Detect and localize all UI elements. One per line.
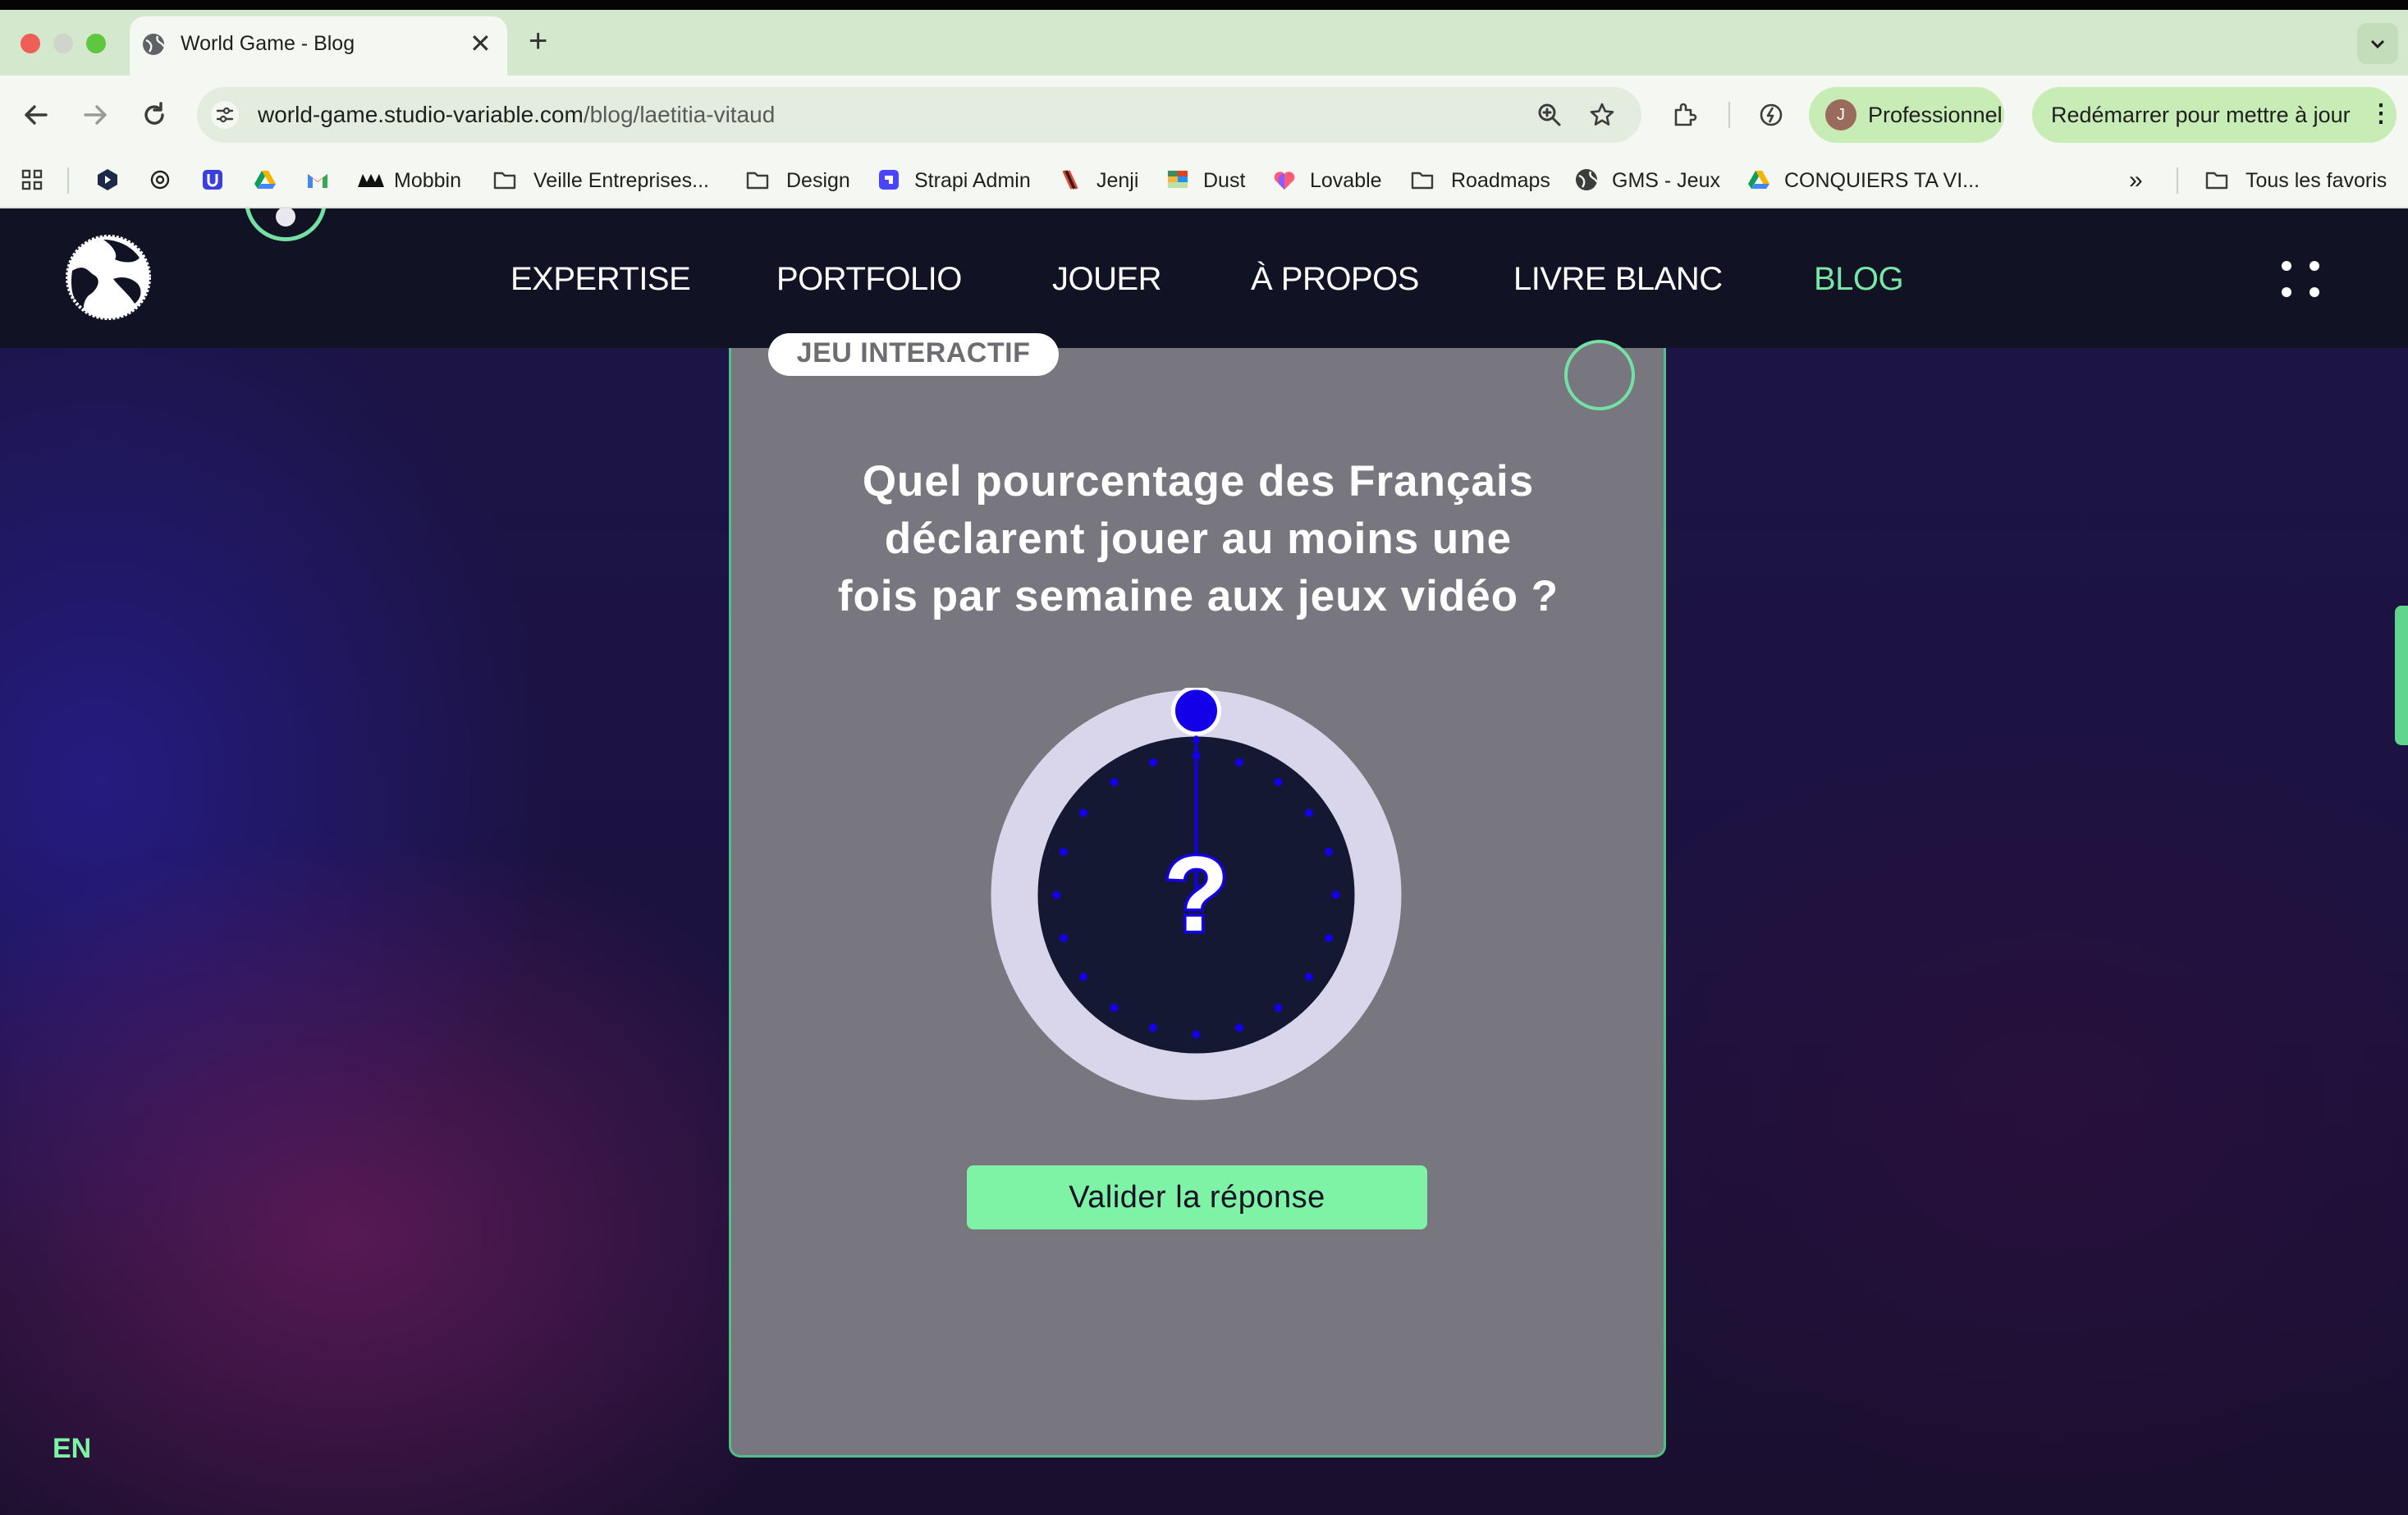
dial-tick <box>1235 1023 1244 1032</box>
nav-expertise[interactable]: EXPERTISE <box>510 259 691 299</box>
bookmark-mobbin[interactable]: Mobbin <box>394 166 461 195</box>
bookmark-hex-icon[interactable] <box>95 167 120 192</box>
dial-tick <box>1325 847 1334 856</box>
quiz-question: Quel pourcentage des Français déclarent … <box>837 457 1559 620</box>
bookmark-u-icon[interactable] <box>200 167 225 192</box>
lovable-icon[interactable] <box>1272 167 1297 192</box>
bookmark-drive-icon[interactable] <box>1746 167 1771 192</box>
dial-tick <box>1274 777 1283 786</box>
bookmarks-separator <box>2177 167 2178 194</box>
dial-tick <box>1148 758 1157 767</box>
folder-icon[interactable] <box>745 167 770 192</box>
dial-tick <box>1305 808 1314 817</box>
dial-tick <box>1110 777 1119 786</box>
card-close-ring[interactable] <box>1564 340 1635 410</box>
nav-blog[interactable]: BLOG <box>1814 259 1904 299</box>
dial-tick <box>1110 1004 1119 1013</box>
page-scroll-indicator[interactable] <box>2395 606 2408 745</box>
dial-tick <box>1274 1004 1283 1013</box>
dial-tick <box>1059 934 1068 943</box>
forward-arrow-icon[interactable] <box>77 97 113 133</box>
nav-portfolio[interactable]: PORTFOLIO <box>776 259 962 299</box>
site-header <box>0 208 2408 348</box>
jenji-icon[interactable] <box>1059 167 1083 192</box>
globe-icon <box>143 34 165 55</box>
site-settings-icon[interactable] <box>210 100 240 130</box>
new-tab-button[interactable]: + <box>529 23 547 59</box>
dial-tick <box>1235 758 1244 767</box>
menu-dots-icon[interactable] <box>2280 258 2323 300</box>
bookmarks-overflow-icon[interactable]: » <box>2129 166 2143 195</box>
dial-handle[interactable] <box>1171 688 1221 736</box>
bookmark-all-favorites[interactable]: Tous les favoris <box>2245 166 2387 195</box>
bookmark-strapi-admin[interactable]: Strapi Admin <box>914 166 1031 195</box>
nav-a-propos[interactable]: À PROPOS <box>1251 259 1419 299</box>
dial-tick <box>1059 847 1068 856</box>
dial-tick <box>1078 973 1087 982</box>
dial-tick <box>1078 808 1087 817</box>
bookmark-dust[interactable]: Dust <box>1203 166 1245 195</box>
screen-top-edge <box>0 0 2408 10</box>
dial-tick <box>1325 934 1334 943</box>
toolbar-separator <box>1728 102 1730 128</box>
interactive-game-chip: JEU INTERACTIF <box>768 333 1059 376</box>
folder-icon[interactable] <box>1410 167 1435 192</box>
restart-update-label: Redémarrer pour mettre à jour <box>2051 103 2351 127</box>
bookmark-veille-entreprises[interactable]: Veille Entreprises... <box>533 166 709 195</box>
back-arrow-icon[interactable] <box>18 97 54 133</box>
profile-label: Professionnel <box>1868 103 2003 127</box>
percentage-dial[interactable]: ? <box>989 688 1403 1102</box>
tab-search-button[interactable] <box>2357 23 2398 64</box>
tab-title: World Game - Blog <box>181 32 355 55</box>
bookmarks-separator <box>67 167 69 194</box>
bookmark-design[interactable]: Design <box>786 166 850 195</box>
url-text[interactable]: world-game.studio-variable.com/blog/laet… <box>258 100 775 130</box>
star-icon[interactable] <box>1587 100 1617 130</box>
chip-label: JEU INTERACTIF <box>796 337 1031 368</box>
avatar: J <box>1825 99 1856 130</box>
dust-icon[interactable] <box>1165 167 1190 192</box>
bookmark-drive-icon[interactable] <box>253 167 277 192</box>
bookmark-gms-jeux[interactable]: GMS - Jeux <box>1612 166 1720 195</box>
performance-icon[interactable] <box>1756 100 1786 130</box>
zoom-icon[interactable] <box>1535 100 1564 130</box>
strapi-icon[interactable] <box>877 167 901 192</box>
url-host: world-game.studio-variable.com <box>258 102 584 127</box>
minimize-window-button[interactable] <box>53 34 73 53</box>
validate-answer-button[interactable]: Valider la réponse <box>967 1165 1427 1229</box>
validate-answer-label: Valider la réponse <box>1069 1180 1325 1215</box>
folder-icon[interactable] <box>492 167 517 192</box>
apps-grid-icon[interactable] <box>20 167 44 192</box>
language-switch[interactable]: EN <box>53 1431 91 1466</box>
bookmark-roadmaps[interactable]: Roadmaps <box>1451 166 1550 195</box>
browser-menu-icon[interactable]: ⋮ <box>2369 98 2393 130</box>
dial-tick <box>1192 1030 1201 1039</box>
close-window-button[interactable] <box>21 34 40 53</box>
dial-tick <box>1148 1023 1157 1032</box>
bookmark-jenji[interactable]: Jenji <box>1096 166 1138 195</box>
folder-icon[interactable] <box>2204 167 2229 192</box>
dial-tick <box>1305 973 1314 982</box>
bookmark-lovable[interactable]: Lovable <box>1310 166 1382 195</box>
mobbin-icon[interactable] <box>356 167 386 192</box>
reload-icon[interactable] <box>136 97 172 133</box>
extensions-icon[interactable] <box>1669 100 1699 130</box>
nav-jouer[interactable]: JOUER <box>1052 259 1162 299</box>
dial-tick <box>1331 890 1340 899</box>
bookmark-conquiers[interactable]: CONQUIERS TA VI... <box>1784 166 1980 195</box>
chevron-down-icon <box>2370 39 2385 49</box>
url-path: /blog/laetitia-vitaud <box>583 102 776 127</box>
bookmark-gmail-icon[interactable] <box>305 167 330 192</box>
page-content: EXPERTISE PORTFOLIO JOUER À PROPOS LIVRE… <box>0 208 2408 1515</box>
dial-tick <box>1052 890 1061 899</box>
globe-icon[interactable] <box>1574 167 1599 192</box>
tab-close-icon[interactable]: ✕ <box>469 28 492 59</box>
dial-question-mark: ? <box>1164 834 1229 954</box>
bookmark-openai-icon[interactable] <box>148 167 172 192</box>
globe-logo-icon[interactable] <box>64 233 153 322</box>
nav-livre-blanc[interactable]: LIVRE BLANC <box>1513 259 1723 299</box>
maximize-window-button[interactable] <box>86 34 106 53</box>
